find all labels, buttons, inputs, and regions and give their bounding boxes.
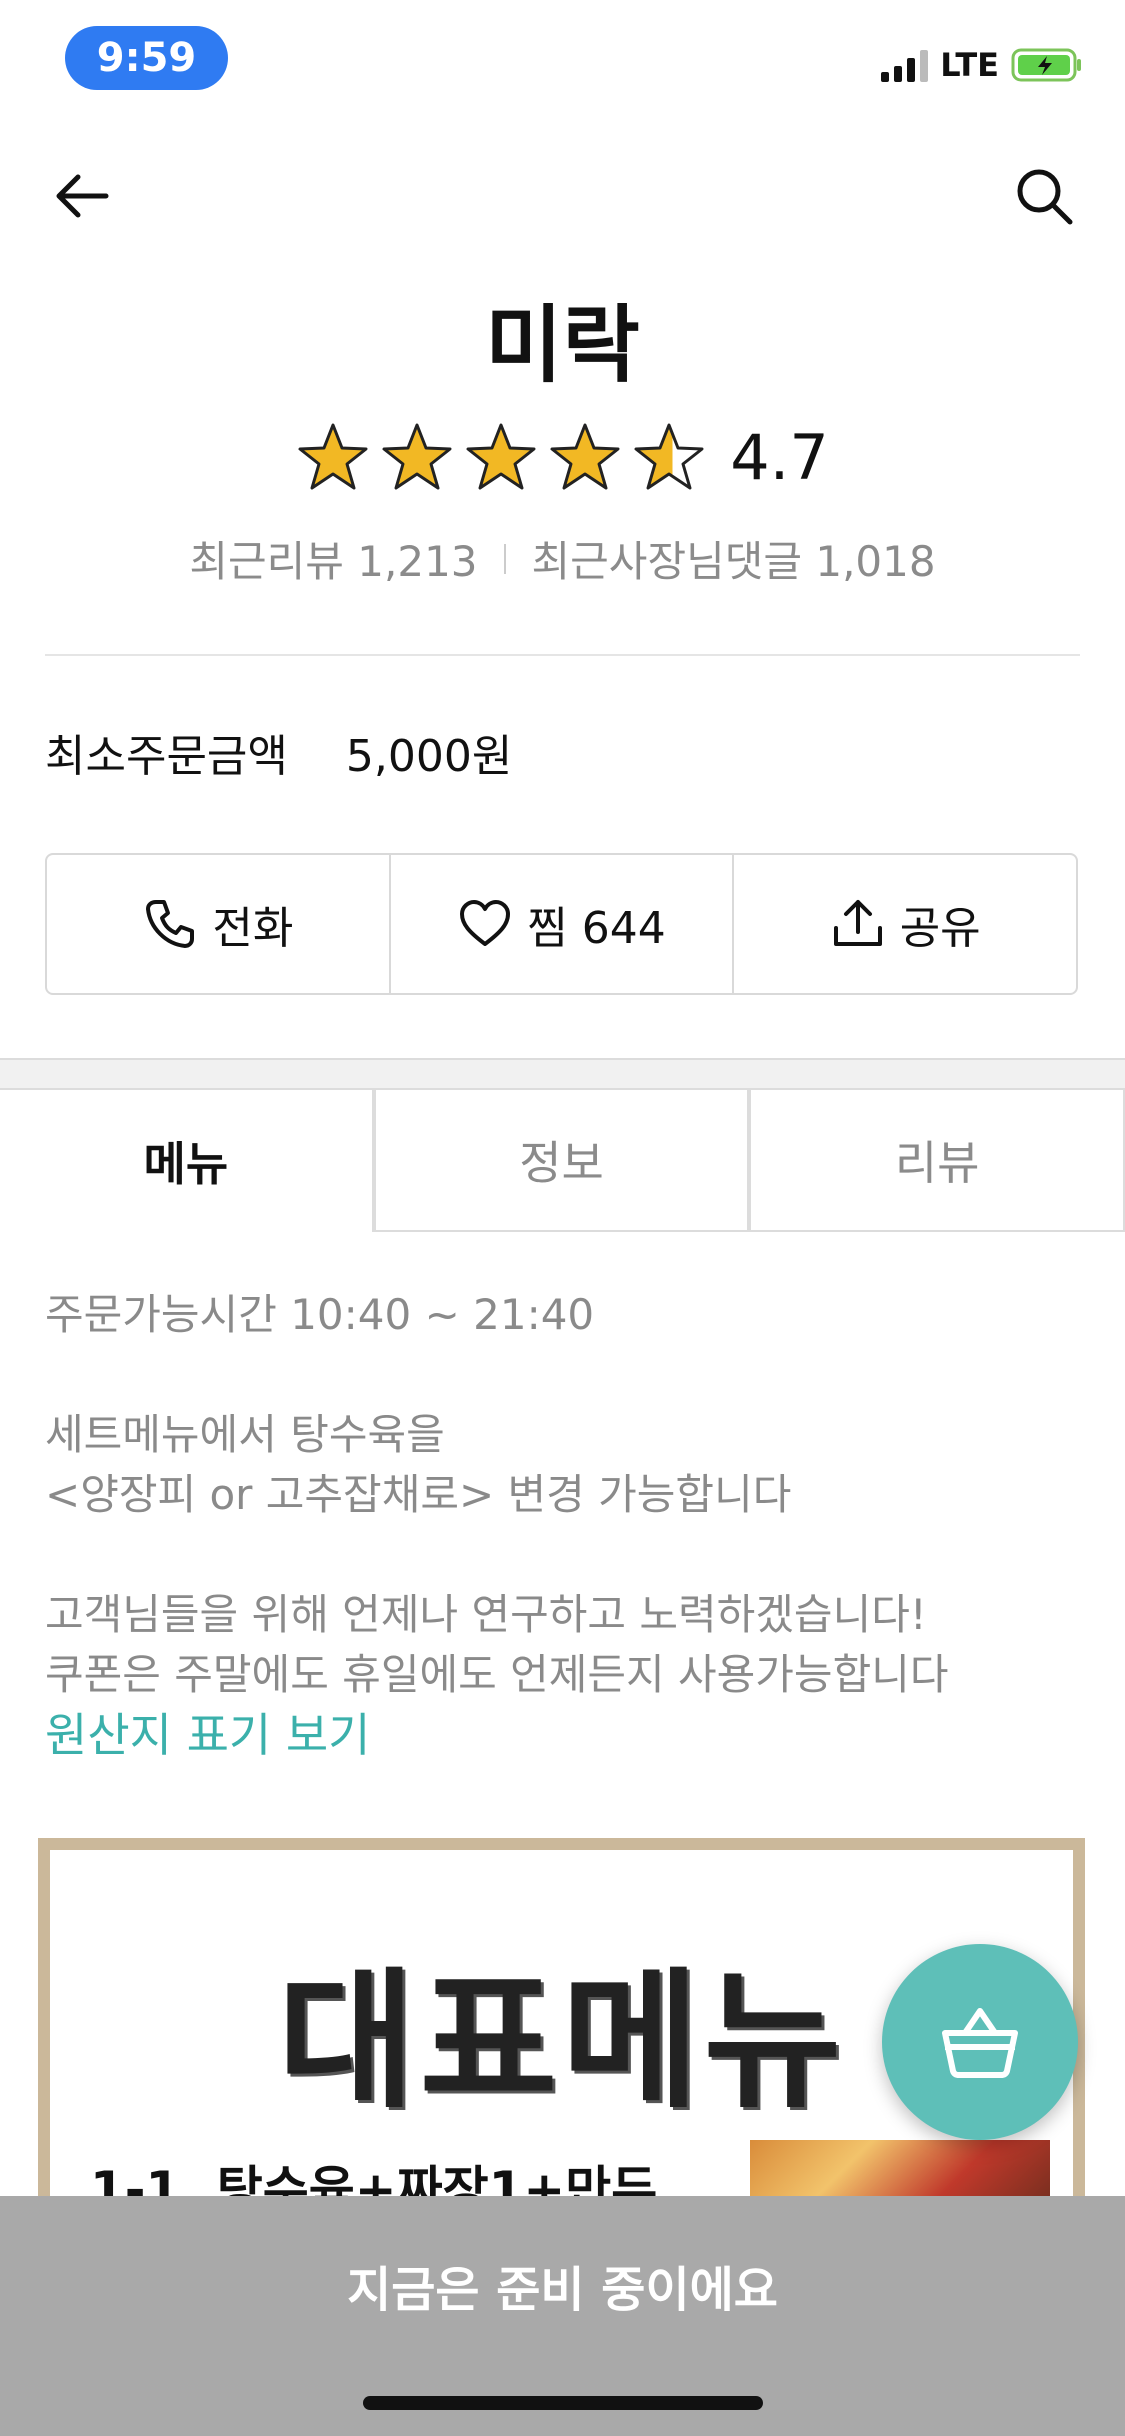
review-counts: 최근리뷰 1,213 최근사장님댓글 1,018 [0, 528, 1125, 589]
phone-icon [146, 900, 195, 948]
favorite-label: 찜 644 [527, 903, 666, 954]
section-separator [0, 1058, 1125, 1090]
shopping-basket-icon [942, 2008, 1018, 2078]
home-indicator[interactable] [363, 2396, 763, 2410]
tab-info[interactable]: 정보 [373, 1088, 750, 1232]
preparing-label: 지금은 준비 중이에요 [347, 2262, 778, 2318]
min-order-value: 5,000원 [345, 731, 513, 782]
origin-info-link[interactable]: 원산지 표기 보기 [45, 1705, 1075, 1765]
battery-icon [1011, 48, 1081, 82]
notice-line: 고객님들을 위해 언제나 연구하고 노력하겠습니다! [45, 1590, 927, 1639]
star-icon [550, 423, 620, 490]
store-notice: 주문가능시간 10:40 ~ 21:40 세트메뉴에서 탕수육을 <양장피 or… [45, 1285, 1075, 1765]
section-divider [45, 654, 1080, 656]
back-arrow-icon[interactable] [50, 165, 112, 227]
rating-value: 4.7 [730, 420, 829, 494]
heart-icon [460, 900, 511, 946]
tab-reviews[interactable]: 리뷰 [749, 1088, 1125, 1232]
star-icon [382, 423, 452, 490]
star-icon [466, 423, 536, 490]
network-label: LTE [940, 46, 999, 84]
min-order: 최소주문금액 5,000원 [45, 720, 512, 784]
share-upload-icon [833, 900, 882, 946]
call-label: 전화 [212, 903, 294, 954]
share-label: 공유 [899, 903, 981, 954]
recent-owner-comments[interactable]: 최근사장님댓글 1,018 [532, 528, 936, 589]
tab-bar: 메뉴 정보 리뷰 [0, 1088, 1125, 1232]
store-name: 미락 [485, 296, 640, 394]
status-time: 9:59 [65, 26, 228, 90]
order-hours: 주문가능시간 10:40 ~ 21:40 [45, 1290, 595, 1339]
star-icon [298, 423, 368, 490]
favorite-button[interactable]: 찜 644 [388, 855, 733, 993]
cart-button[interactable] [882, 1944, 1078, 2140]
status-indicators: LTE [881, 46, 1083, 84]
notice-line: <양장피 or 고추잡채로> 변경 가능합니다 [45, 1470, 792, 1519]
divider [503, 543, 506, 574]
action-buttons: 전화 찜 644 공유 [45, 853, 1078, 995]
min-order-label: 최소주문금액 [45, 731, 288, 782]
signal-icon [881, 48, 929, 82]
tab-menu[interactable]: 메뉴 [0, 1088, 374, 1232]
recent-reviews[interactable]: 최근리뷰 1,213 [189, 528, 477, 589]
notice-line: 세트메뉴에서 탕수육을 [45, 1410, 445, 1459]
rating-row: 4.7 [0, 420, 1125, 494]
share-button[interactable]: 공유 [732, 855, 1076, 993]
half-star-icon [634, 423, 704, 490]
call-button[interactable]: 전화 [47, 855, 389, 993]
search-icon[interactable] [1013, 165, 1075, 227]
notice-line: 쿠폰은 주말에도 휴일에도 언제든지 사용가능합니다 [45, 1650, 949, 1699]
